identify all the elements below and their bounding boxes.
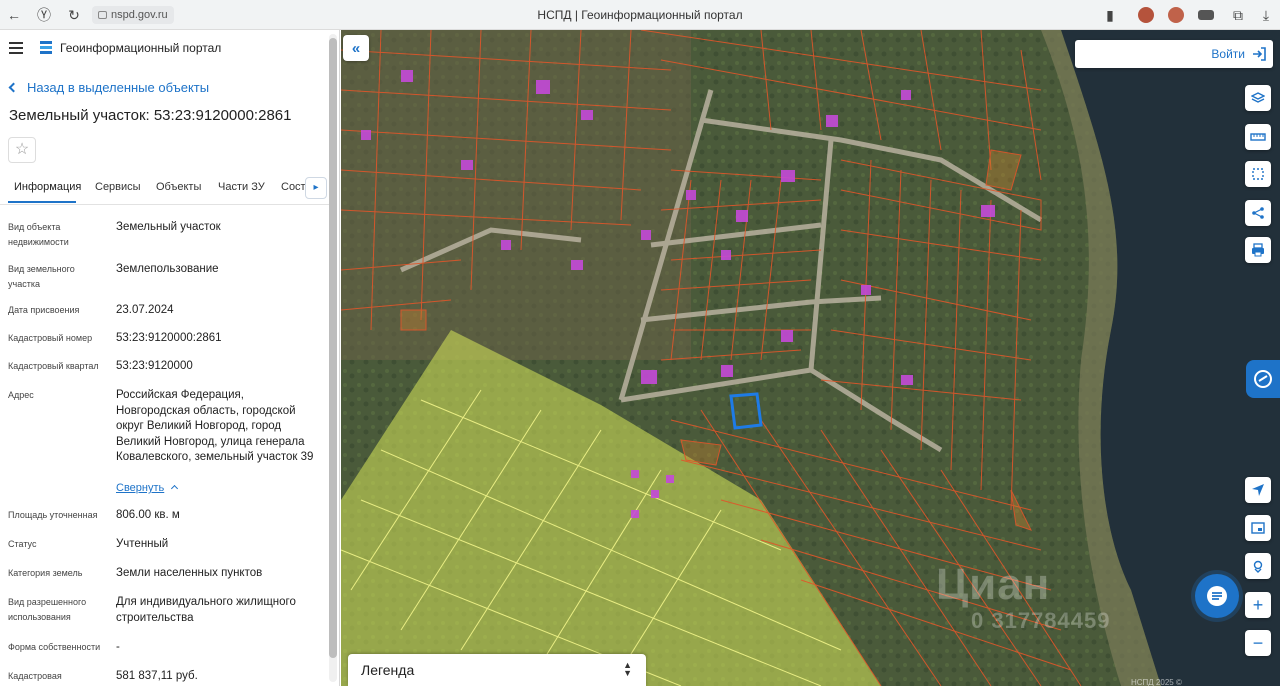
yandex-icon[interactable]: Ⓨ xyxy=(34,5,54,25)
bookmark-icon[interactable]: ▮ xyxy=(1100,5,1120,25)
back-label: Назад в выделенные объекты xyxy=(27,80,210,95)
attribute-value: Земли населенных пунктов xyxy=(116,567,263,579)
legend-dropdown[interactable]: Легенда ▲ ▼ xyxy=(348,654,646,686)
login-label: Войти xyxy=(1211,47,1245,61)
tab-objects[interactable]: Объекты xyxy=(156,181,201,193)
extensions-icon[interactable]: ⧉ xyxy=(1228,5,1248,25)
address-bar[interactable]: nspd.gov.ru xyxy=(92,6,174,24)
share-icon[interactable] xyxy=(1245,200,1271,226)
attribute-value: 53:23:9120000:2861 xyxy=(116,332,222,344)
browser-toolbar: ← Ⓨ ↻ nspd.gov.ru НСПД | Геоинформационн… xyxy=(0,0,1280,30)
attribute-value: 581 837,11 руб. xyxy=(116,670,198,682)
tab-information[interactable]: Информация xyxy=(14,181,81,193)
chevron-updown-icon: ▲ ▼ xyxy=(623,660,632,678)
tab-services[interactable]: Сервисы xyxy=(95,181,141,193)
active-tab-indicator xyxy=(8,201,76,203)
back-to-selected-link[interactable]: Назад в выделенные объекты xyxy=(8,80,210,95)
reload-icon[interactable]: ↻ xyxy=(64,5,84,25)
map-attribution: НСПД 2025 © xyxy=(1131,678,1182,686)
attribute-key: Дата присвоения xyxy=(8,305,80,315)
layers-icon[interactable] xyxy=(1245,85,1271,111)
attribute-key: Вид земельного участка xyxy=(8,264,75,289)
select-area-icon[interactable] xyxy=(1245,161,1271,187)
widget-icon xyxy=(1254,370,1272,388)
watermark: Циан xyxy=(936,560,1051,609)
zoom-out-icon[interactable]: − xyxy=(1245,630,1271,656)
attribute-key: Кадастровый номер xyxy=(8,333,93,343)
attribute-key: Кадастровый квартал xyxy=(8,361,99,371)
location-pin-icon[interactable] xyxy=(1245,553,1271,579)
attribute-key: Вид разрешенного использования xyxy=(8,597,87,622)
attribute-key: Статус xyxy=(8,539,37,549)
zoom-in-icon[interactable]: + xyxy=(1245,592,1271,618)
tabs-scroll-right-icon[interactable]: ▸ xyxy=(305,177,327,199)
attribute-value: - xyxy=(116,641,120,653)
attribute-value: 806.00 кв. м xyxy=(116,509,180,521)
extension-icon[interactable] xyxy=(1138,7,1154,23)
watermark-phone: 0 317784459 xyxy=(971,608,1111,633)
chat-icon xyxy=(1207,586,1227,606)
menu-icon[interactable] xyxy=(9,42,23,54)
map-view[interactable]: « Войти + − Циан 0 317784459 НСПД 2025 ©… xyxy=(341,30,1280,686)
info-tabs: Информация Сервисы Объекты Части ЗУ Сост… xyxy=(0,175,330,205)
minimap-icon[interactable] xyxy=(1245,515,1271,541)
attribute-value: Земельный участок xyxy=(116,221,221,233)
geolocation-icon[interactable] xyxy=(1245,477,1271,503)
favorite-star-icon[interactable]: ☆ xyxy=(8,137,36,163)
side-widget-tab[interactable] xyxy=(1246,360,1280,398)
attribute-value: 53:23:9120000 xyxy=(116,360,193,372)
login-arrow-icon xyxy=(1253,47,1266,61)
ruler-icon[interactable] xyxy=(1245,124,1271,150)
portal-name: Геоинформационный портал xyxy=(60,41,222,55)
info-panel: Геоинформационный портал Назад в выделен… xyxy=(0,30,340,686)
satellite-map[interactable] xyxy=(341,30,1280,686)
attribute-key: Вид объекта недвижимости xyxy=(8,222,69,247)
url-text: nspd.gov.ru xyxy=(111,9,168,21)
attribute-key: Адрес xyxy=(8,390,34,400)
print-icon[interactable] xyxy=(1245,237,1271,263)
attribute-key: Категория земель xyxy=(8,568,83,578)
portal-logo-icon xyxy=(40,41,52,54)
attribute-value: Землепользование xyxy=(116,263,219,275)
panel-scrollbar-thumb[interactable] xyxy=(329,38,337,658)
collapse-panel-icon[interactable]: « xyxy=(343,35,369,61)
download-icon[interactable]: ⤓ xyxy=(1256,5,1276,25)
object-title: Земельный участок: 53:23:9120000:2861 xyxy=(9,107,292,124)
attribute-value: Учтенный xyxy=(116,538,169,550)
chevron-left-icon xyxy=(8,82,19,93)
attribute-key: Форма собственности xyxy=(8,642,101,652)
collapse-address-link[interactable]: Свернуть xyxy=(116,482,179,494)
collapse-label: Свернуть xyxy=(116,482,165,494)
attribute-value: Для индивидуального жилищного строительс… xyxy=(116,596,296,624)
lock-icon xyxy=(98,11,107,19)
chat-button[interactable] xyxy=(1195,574,1239,618)
extension-icon[interactable] xyxy=(1198,10,1214,20)
legend-label: Легенда xyxy=(361,662,415,678)
attribute-value: Российская Федерация, Новгородская облас… xyxy=(116,389,314,463)
back-arrow-icon[interactable]: ← xyxy=(4,5,24,25)
tab-title: НСПД | Геоинформационный портал xyxy=(537,8,743,22)
chevron-up-icon xyxy=(171,484,179,493)
attribute-key: Площадь уточненная xyxy=(8,510,98,520)
attribute-key: Кадастровая xyxy=(8,671,62,681)
attribute-value: 23.07.2024 xyxy=(116,304,174,316)
login-button[interactable]: Войти xyxy=(1075,40,1273,68)
tab-parts[interactable]: Части ЗУ xyxy=(218,181,265,193)
extension-icon[interactable] xyxy=(1168,7,1184,23)
